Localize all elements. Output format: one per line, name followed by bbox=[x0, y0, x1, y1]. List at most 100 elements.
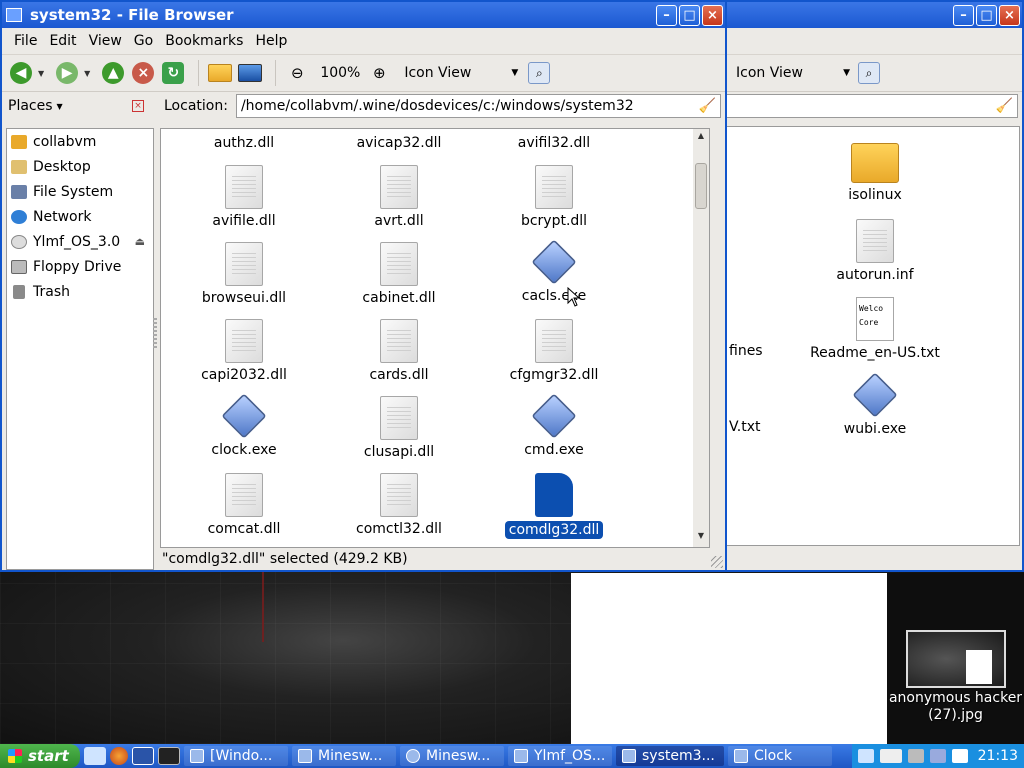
close-button[interactable]: × bbox=[702, 4, 723, 26]
volume-icon[interactable] bbox=[929, 749, 946, 763]
back-search-icon[interactable]: ⌕ bbox=[858, 62, 880, 84]
zoom-in-button[interactable]: ⊕ bbox=[366, 60, 392, 86]
menu-file[interactable]: File bbox=[8, 33, 43, 49]
menu-bookmarks[interactable]: Bookmarks bbox=[159, 33, 249, 49]
file-browser-window[interactable]: system32 - File Browser – □ × File Edit … bbox=[0, 0, 727, 572]
zoom-level[interactable]: 100% bbox=[320, 65, 360, 81]
file-item[interactable]: clusapi.dll bbox=[324, 396, 474, 460]
back-minimize-button[interactable]: – bbox=[953, 4, 974, 26]
location-field[interactable]: /home/collabvm/.wine/dosdevices/c:/windo… bbox=[235, 94, 721, 118]
zoom-out-button[interactable]: ⊖ bbox=[284, 60, 310, 86]
file-item[interactable]: avrt.dll bbox=[324, 165, 474, 229]
file-item[interactable]: wubi.exe bbox=[800, 372, 950, 437]
back-history-dropdown[interactable]: ▼ bbox=[38, 69, 44, 78]
terminal-icon[interactable] bbox=[158, 747, 180, 765]
sidebar-item-collabvm[interactable]: collabvm bbox=[7, 129, 153, 154]
back-location-field[interactable]: 🧹 bbox=[726, 94, 1018, 118]
file-item[interactable]: isolinux bbox=[800, 143, 950, 203]
sidebar-item-floppy-drive[interactable]: Floppy Drive bbox=[7, 254, 153, 279]
file-item[interactable]: cmd.exe bbox=[479, 393, 629, 458]
minimize-button[interactable]: – bbox=[656, 4, 677, 26]
maximize-button[interactable]: □ bbox=[679, 4, 700, 26]
menu-view[interactable]: View bbox=[83, 33, 128, 49]
vertical-scrollbar[interactable]: ▲ ▼ bbox=[693, 129, 709, 547]
file-label: capi2032.dll bbox=[201, 367, 287, 383]
forward-history-dropdown[interactable]: ▼ bbox=[84, 69, 90, 78]
task-minesweeper-2[interactable]: Minesw... bbox=[400, 746, 504, 766]
task-system32[interactable]: system3... bbox=[616, 746, 724, 766]
up-button[interactable]: ▲ bbox=[100, 60, 126, 86]
close-sidebar-button[interactable]: × bbox=[132, 100, 144, 112]
file-label: autorun.inf bbox=[836, 267, 914, 283]
file-item[interactable]: avifile.dll bbox=[169, 165, 319, 229]
sidebar-item-network[interactable]: Network bbox=[7, 204, 153, 229]
show-desktop-icon[interactable] bbox=[132, 747, 154, 765]
menu-edit[interactable]: Edit bbox=[43, 33, 82, 49]
chat-tray-icon[interactable] bbox=[907, 749, 924, 763]
mail-icon[interactable] bbox=[951, 749, 968, 763]
back-view-mode-select[interactable]: Icon View ▼ bbox=[728, 65, 858, 81]
task-minesweeper-1[interactable]: Minesw... bbox=[292, 746, 396, 766]
file-item[interactable]: avicap32.dll bbox=[324, 135, 474, 151]
scroll-up-arrow[interactable]: ▲ bbox=[693, 131, 709, 145]
clock[interactable]: 21:13 bbox=[978, 748, 1018, 764]
back-titlebar[interactable]: – □ × bbox=[702, 2, 1022, 28]
view-mode-select[interactable]: Icon View ▼ bbox=[396, 65, 526, 81]
file-item[interactable]: authz.dll bbox=[169, 135, 319, 151]
window-app-icon bbox=[6, 8, 22, 22]
file-item[interactable]: comcat.dll bbox=[169, 473, 319, 537]
eject-icon[interactable]: ⏏ bbox=[135, 235, 145, 248]
file-item[interactable]: autorun.inf bbox=[800, 219, 950, 283]
scrollbar-thumb[interactable] bbox=[695, 163, 707, 209]
workspace-switcher-icon[interactable] bbox=[879, 749, 902, 763]
stop-button[interactable]: × bbox=[130, 60, 156, 86]
start-button[interactable]: start bbox=[0, 744, 80, 768]
sidebar-item-desktop[interactable]: Desktop bbox=[7, 154, 153, 179]
computer-button[interactable] bbox=[237, 60, 263, 86]
file-item[interactable]: capi2032.dll bbox=[169, 319, 319, 383]
titlebar[interactable]: system32 - File Browser – □ × bbox=[2, 2, 725, 28]
file-item-selected[interactable]: comdlg32.dll bbox=[479, 473, 629, 539]
file-item[interactable]: comctl32.dll bbox=[324, 473, 474, 537]
file-label: comdlg32.dll bbox=[504, 521, 604, 539]
quicklaunch-browser-icon[interactable] bbox=[84, 747, 106, 765]
pane-resize-handle[interactable] bbox=[153, 318, 157, 348]
clear-location-icon[interactable]: 🧹 bbox=[699, 98, 716, 114]
sidebar-item-trash[interactable]: Trash bbox=[7, 279, 153, 304]
file-item[interactable]: Welco Core Readme_en-US.txt bbox=[800, 297, 950, 361]
menu-help[interactable]: Help bbox=[249, 33, 293, 49]
file-item[interactable]: cacls.exe bbox=[479, 239, 629, 304]
file-item[interactable]: browseui.dll bbox=[169, 242, 319, 306]
home-folder-button[interactable] bbox=[207, 60, 233, 86]
network-tray-icon[interactable] bbox=[857, 749, 874, 763]
task-ylmf-os[interactable]: Ylmf_OS... bbox=[508, 746, 612, 766]
reload-button[interactable]: ↻ bbox=[160, 60, 186, 86]
task-clock[interactable]: Clock bbox=[728, 746, 832, 766]
back-maximize-button[interactable]: □ bbox=[976, 4, 997, 26]
back-button[interactable]: ◀ bbox=[8, 60, 34, 86]
file-label: authz.dll bbox=[213, 135, 275, 151]
file-item[interactable]: avifil32.dll bbox=[479, 135, 629, 151]
file-item[interactable]: cfgmgr32.dll bbox=[479, 319, 629, 383]
file-item[interactable]: cards.dll bbox=[324, 319, 474, 383]
file-item[interactable]: clock.exe bbox=[169, 393, 319, 458]
window-resize-grip[interactable] bbox=[711, 556, 723, 568]
search-button[interactable]: ⌕ bbox=[526, 60, 552, 86]
file-label: cabinet.dll bbox=[362, 290, 436, 306]
scroll-down-arrow[interactable]: ▼ bbox=[693, 531, 709, 545]
file-item[interactable]: bcrypt.dll bbox=[479, 165, 629, 229]
task-windows[interactable]: [Windo... bbox=[184, 746, 288, 766]
menu-go[interactable]: Go bbox=[128, 33, 159, 49]
places-selector[interactable]: Places ▼ × bbox=[2, 98, 152, 114]
computer-icon bbox=[238, 64, 263, 82]
forward-button[interactable]: ▶ bbox=[54, 60, 80, 86]
file-item[interactable]: cabinet.dll bbox=[324, 242, 474, 306]
desktop-file-icon[interactable]: anonymous hacker (27).jpg bbox=[887, 630, 1024, 724]
file-label: cfgmgr32.dll bbox=[509, 367, 599, 383]
back-close-button[interactable]: × bbox=[999, 4, 1020, 26]
sidebar-item-file-system[interactable]: File System bbox=[7, 179, 153, 204]
back-file-browser-window[interactable]: – □ × Icon View ▼ ⌕ 🧹 isolinux autorun.i… bbox=[700, 0, 1024, 572]
clear-location-icon[interactable]: 🧹 bbox=[996, 98, 1013, 114]
sidebar-item-ylmf-os[interactable]: Ylmf_OS_3.0 ⏏ bbox=[7, 229, 153, 254]
firefox-icon[interactable] bbox=[110, 747, 128, 765]
